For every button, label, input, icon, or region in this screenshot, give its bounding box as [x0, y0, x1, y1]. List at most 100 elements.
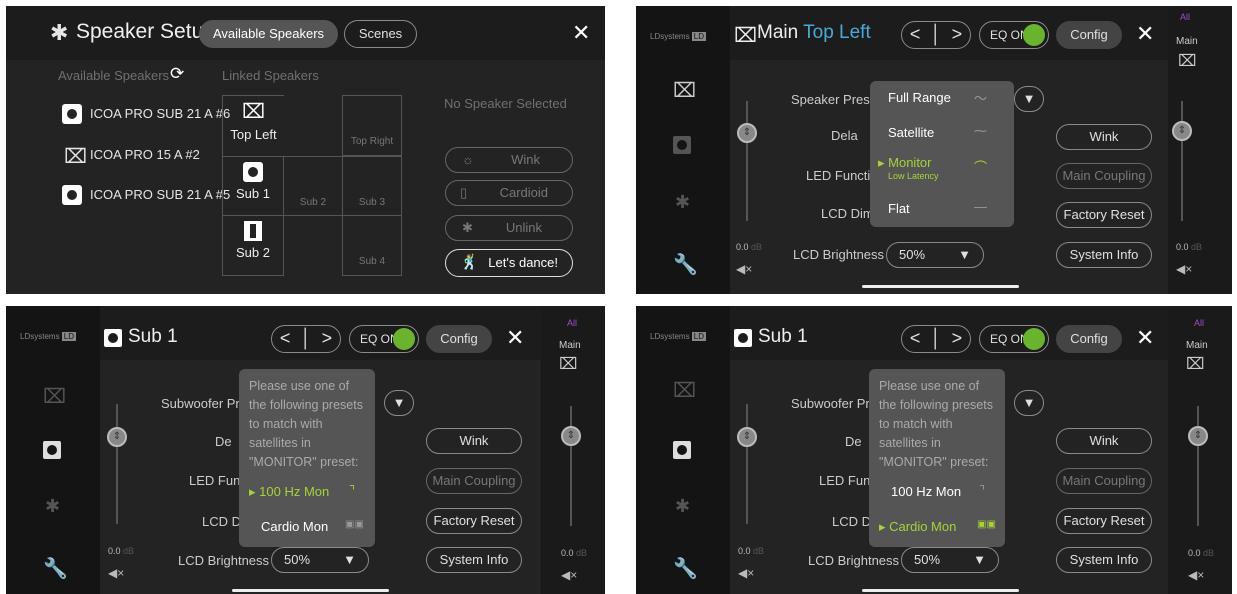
fader-knob[interactable]: ⇕	[107, 427, 127, 447]
menu-item-flat[interactable]: Flat —	[888, 199, 987, 216]
slot-sub1[interactable]: Sub 1	[222, 156, 284, 216]
slot-sub2-mid[interactable]: Sub 2	[284, 156, 342, 216]
sidebar: LDsystems LD ⌧ ✱ 🔧	[636, 6, 730, 294]
main-coupling-button[interactable]: Main Coupling	[426, 468, 522, 494]
bluetooth-icon[interactable]: ✱	[675, 192, 690, 213]
menu-item-monitor[interactable]: ▸ Monitor Low Latency ⌒	[878, 155, 987, 181]
mute-icon[interactable]: ◀×	[1176, 262, 1192, 276]
fader-knob[interactable]: ⇕	[737, 123, 757, 143]
slot-sub3[interactable]: Sub 3	[342, 156, 402, 216]
factory-reset-button[interactable]: Factory Reset	[1056, 202, 1152, 228]
mute-icon[interactable]: ◀×	[738, 566, 754, 580]
main-coupling-button[interactable]: Main Coupling	[1056, 163, 1152, 189]
bluetooth-icon[interactable]: ✱	[45, 496, 60, 517]
close-icon[interactable]: ✕	[1136, 325, 1154, 351]
fader-knob[interactable]: ⇕	[737, 427, 757, 447]
menu-item-full-range[interactable]: Full Range 〜	[888, 90, 987, 106]
prev-button[interactable]: <	[910, 328, 921, 348]
menu-item-satellite[interactable]: Satellite ⁓	[888, 123, 987, 140]
preset-dropdown[interactable]: ▼	[1014, 86, 1044, 112]
prev-button[interactable]: <	[910, 24, 921, 44]
mute-icon[interactable]: ◀×	[108, 566, 124, 580]
brightness-dropdown[interactable]: 50% ▼	[271, 547, 369, 573]
system-info-button[interactable]: System Info	[1056, 242, 1152, 268]
next-button[interactable]: >	[952, 328, 963, 348]
speaker-icon[interactable]: ⌧	[673, 378, 696, 403]
next-button[interactable]: >	[322, 328, 333, 348]
unlink-button[interactable]: ✱ Unlink	[445, 215, 573, 241]
slot-top-left[interactable]: ⌧ Top Left	[222, 95, 284, 156]
speaker-icon[interactable]: ⌧	[43, 384, 66, 409]
close-icon[interactable]: ✕	[572, 20, 590, 46]
wink-button[interactable]: ☼ Wink	[445, 147, 573, 173]
system-info-button[interactable]: System Info	[426, 547, 522, 573]
refresh-icon[interactable]: ⟳	[170, 64, 184, 84]
wink-button[interactable]: Wink	[426, 428, 522, 454]
factory-reset-button[interactable]: Factory Reset	[1056, 508, 1152, 534]
sub1-panel-b: LDsystems LD ⌧ ✱ 🔧 Sub 1 < │ > EQ ON Con…	[636, 306, 1232, 594]
chevron-down-icon: ▼	[392, 395, 406, 410]
slot-sub2[interactable]: Sub 2	[222, 216, 284, 276]
factory-reset-button[interactable]: Factory Reset	[426, 508, 522, 534]
right-fader-bar: All Main ⌧ ⇕ 0.0 dB ◀×	[541, 306, 605, 594]
close-icon[interactable]: ✕	[506, 325, 524, 351]
wrench-icon[interactable]: 🔧	[673, 252, 698, 277]
tab-scenes[interactable]: Scenes	[344, 20, 417, 48]
speaker-icon[interactable]: ⌧	[673, 78, 696, 103]
wink-button[interactable]: Wink	[1056, 124, 1152, 150]
full-range-curve-icon: 〜	[974, 91, 988, 106]
speaker-item[interactable]: ICOA PRO SUB 21 A #5	[62, 184, 230, 206]
page-title: Sub 1	[128, 326, 178, 347]
next-button[interactable]: >	[952, 24, 963, 44]
slot-sub4[interactable]: Sub 4	[342, 216, 402, 276]
system-info-button[interactable]: System Info	[1056, 547, 1152, 573]
preset-dropdown[interactable]: ▼	[1014, 390, 1044, 416]
mute-icon[interactable]: ◀×	[736, 262, 752, 276]
slot-top-right[interactable]: Top Right	[342, 95, 402, 156]
option-100hz-mon[interactable]: ▸ 100 Hz Mon ⌝	[249, 483, 355, 500]
bluetooth-icon[interactable]: ✱	[675, 496, 690, 517]
subwoofer-icon[interactable]	[673, 441, 691, 459]
wrench-icon[interactable]: 🔧	[43, 556, 68, 581]
wrench-icon[interactable]: 🔧	[673, 556, 698, 581]
no-selection-text: No Speaker Selected	[444, 96, 567, 111]
subwoofer-icon[interactable]	[673, 136, 691, 154]
cardioid-button[interactable]: ▯ Cardioid	[445, 180, 573, 206]
config-button[interactable]: Config	[1056, 21, 1122, 49]
speaker-name: ICOA PRO SUB 21 A #6	[90, 106, 231, 121]
option-cardio-mon[interactable]: ▸ Cardio Mon ▣▣	[879, 519, 996, 535]
home-indicator	[232, 589, 389, 592]
fader-knob[interactable]: ⇕	[561, 426, 581, 446]
mute-icon[interactable]: ◀×	[1188, 568, 1204, 582]
chevron-down-icon: ▼	[343, 552, 356, 567]
satellite-curve-icon: ⁓	[974, 123, 987, 138]
main-coupling-button[interactable]: Main Coupling	[1056, 468, 1152, 494]
wink-button[interactable]: Wink	[1056, 428, 1152, 454]
lets-dance-button[interactable]: 🕺 Let's dance!	[445, 249, 573, 277]
eq-toggle[interactable]: EQ ON	[979, 325, 1049, 353]
tab-available-speakers[interactable]: Available Speakers	[199, 20, 338, 48]
config-button[interactable]: Config	[1056, 325, 1122, 353]
cardio-icons: ▣▣	[345, 519, 364, 530]
fader-track	[746, 404, 748, 524]
main-label: Main	[559, 340, 581, 351]
mute-icon[interactable]: ◀×	[561, 568, 577, 582]
config-button[interactable]: Config	[426, 325, 492, 353]
eq-toggle[interactable]: EQ ON	[979, 21, 1049, 49]
fader-knob[interactable]: ⇕	[1188, 426, 1208, 446]
speaker-item[interactable]: ⌧ ICOA PRO 15 A #2	[62, 144, 222, 168]
option-cardio-mon[interactable]: Cardio Mon ▣▣	[261, 519, 364, 534]
brightness-dropdown[interactable]: 50% ▼	[886, 242, 984, 268]
lcd-brightness-label: LCD Brightness	[793, 247, 885, 262]
main-label: Main	[1176, 36, 1198, 47]
fader-knob[interactable]: ⇕	[1172, 121, 1192, 141]
close-icon[interactable]: ✕	[1136, 21, 1154, 47]
subwoofer-icon[interactable]	[43, 441, 61, 459]
flat-curve-icon: —	[974, 199, 987, 214]
option-100hz-mon[interactable]: 100 Hz Mon ⌝	[891, 483, 985, 499]
preset-dropdown[interactable]: ▼	[384, 390, 414, 416]
brightness-dropdown[interactable]: 50% ▼	[901, 547, 999, 573]
prev-button[interactable]: <	[280, 328, 291, 348]
speaker-item[interactable]: ICOA PRO SUB 21 A #6	[62, 103, 230, 125]
eq-toggle[interactable]: EQ ON	[349, 325, 419, 353]
